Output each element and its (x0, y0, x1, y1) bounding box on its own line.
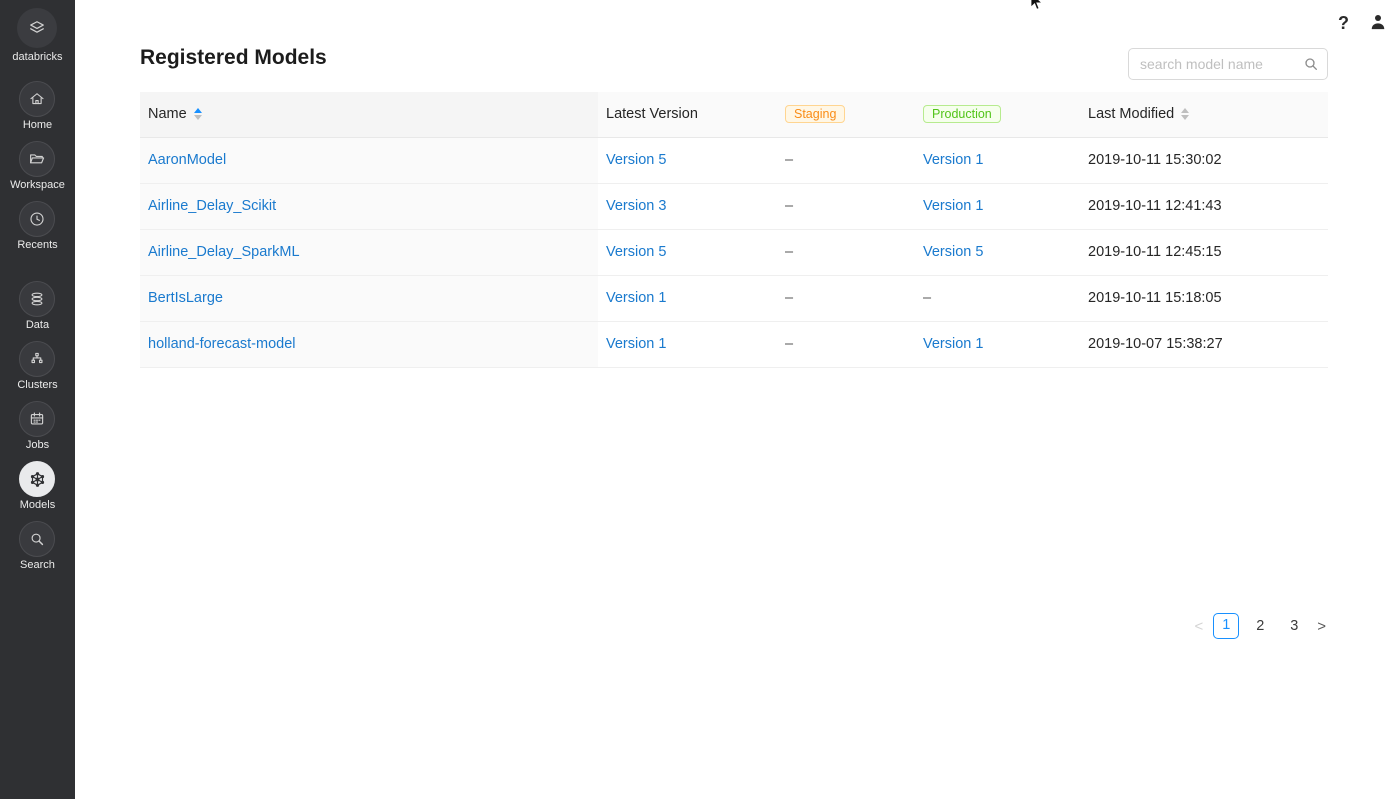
sidebar-item-workspace[interactable]: Workspace (10, 141, 65, 192)
model-name-link[interactable]: BertIsLarge (148, 290, 223, 306)
staging-tag: Staging (785, 105, 845, 123)
model-name-link[interactable]: holland-forecast-model (148, 336, 296, 352)
databricks-layers-icon (27, 18, 47, 38)
folder-icon (28, 150, 46, 168)
latest-version-link[interactable]: Version 5 (606, 244, 666, 260)
help-icon[interactable]: ? (1338, 13, 1349, 34)
column-header-staging: Staging (777, 92, 915, 137)
calendar-icon (28, 410, 46, 428)
last-modified-timestamp: 2019-10-11 15:18:05 (1088, 290, 1222, 306)
graph-icon (28, 470, 47, 489)
latest-version-link[interactable]: Version 3 (606, 198, 666, 214)
table-row: Airline_Delay_SparkML Version 5 – Versio… (140, 229, 1328, 275)
production-version-link[interactable]: Version 5 (923, 244, 983, 260)
table-row: AaronModel Version 5 – Version 1 2019-10… (140, 137, 1328, 183)
databricks-logo-circle (17, 8, 57, 48)
databricks-logo[interactable]: databricks (12, 0, 62, 63)
home-icon (28, 90, 46, 108)
latest-version-link[interactable]: Version 1 (606, 290, 666, 306)
latest-version-link[interactable]: Version 1 (606, 336, 666, 352)
sidebar-item-clusters[interactable]: Clusters (17, 341, 57, 392)
column-header-production: Production (915, 92, 1080, 137)
sort-ascending-icon (194, 108, 202, 113)
sidebar-item-recents[interactable]: Recents (17, 201, 57, 252)
page-button-3[interactable]: 3 (1281, 613, 1307, 639)
sort-descending-icon (1181, 115, 1189, 120)
search-icon[interactable] (1303, 56, 1319, 72)
staging-version: – (785, 198, 793, 214)
sidebar-item-models[interactable]: Models (19, 461, 55, 512)
last-modified-timestamp: 2019-10-11 12:41:43 (1088, 198, 1222, 214)
search-input[interactable] (1128, 48, 1328, 80)
sort-carets-name[interactable] (194, 108, 202, 120)
production-version-link[interactable]: Version 1 (923, 198, 983, 214)
production-version-link[interactable]: Version 1 (923, 152, 983, 168)
staging-version: – (785, 152, 793, 168)
magnifier-icon (28, 530, 46, 548)
pagination: < 1 2 3 > (1192, 613, 1328, 639)
sidebar-nav: Home Workspace Recents (10, 81, 65, 581)
registered-models-table: Name Latest Version Staging (140, 92, 1328, 368)
staging-version: – (785, 290, 793, 306)
mouse-cursor (1030, 0, 1044, 16)
page-title: Registered Models (140, 46, 327, 70)
sidebar-item-jobs[interactable]: Jobs (19, 401, 55, 452)
latest-version-link[interactable]: Version 5 (606, 152, 666, 168)
database-icon (28, 290, 46, 308)
production-tag: Production (923, 105, 1001, 123)
last-modified-timestamp: 2019-10-11 15:30:02 (1088, 152, 1222, 168)
sidebar-item-search[interactable]: Search (19, 521, 55, 572)
next-page-arrow[interactable]: > (1315, 618, 1328, 635)
model-search-box (1128, 48, 1328, 80)
user-icon[interactable] (1368, 12, 1388, 35)
production-version-link[interactable]: Version 1 (923, 336, 983, 352)
page-button-1[interactable]: 1 (1213, 613, 1239, 639)
last-modified-timestamp: 2019-10-07 15:38:27 (1088, 336, 1223, 352)
last-modified-timestamp: 2019-10-11 12:45:15 (1088, 244, 1222, 260)
sidebar: databricks Home Workspace (0, 0, 75, 799)
tree-icon (28, 350, 46, 368)
sort-carets-last-modified[interactable] (1181, 108, 1189, 120)
previous-page-arrow[interactable]: < (1192, 618, 1205, 635)
sort-ascending-icon (1181, 108, 1189, 113)
table-header-row: Name Latest Version Staging (140, 92, 1328, 137)
model-name-link[interactable]: Airline_Delay_Scikit (148, 198, 276, 214)
clock-icon (28, 210, 46, 228)
staging-version: – (785, 336, 793, 352)
sidebar-item-home[interactable]: Home (19, 81, 55, 132)
sort-descending-icon (194, 115, 202, 120)
model-name-link[interactable]: AaronModel (148, 152, 226, 168)
table-row: BertIsLarge Version 1 – – 2019-10-11 15:… (140, 275, 1328, 321)
column-header-last-modified[interactable]: Last Modified (1080, 92, 1328, 137)
production-version: – (923, 290, 931, 306)
model-name-link[interactable]: Airline_Delay_SparkML (148, 244, 300, 260)
sidebar-item-data[interactable]: Data (19, 281, 55, 332)
page-button-2[interactable]: 2 (1247, 613, 1273, 639)
staging-version: – (785, 244, 793, 260)
table-row: holland-forecast-model Version 1 – Versi… (140, 321, 1328, 367)
column-header-latest-version: Latest Version (598, 92, 777, 137)
databricks-logo-label: databricks (12, 51, 62, 63)
column-header-name[interactable]: Name (140, 92, 598, 137)
table-row: Airline_Delay_Scikit Version 3 – Version… (140, 183, 1328, 229)
